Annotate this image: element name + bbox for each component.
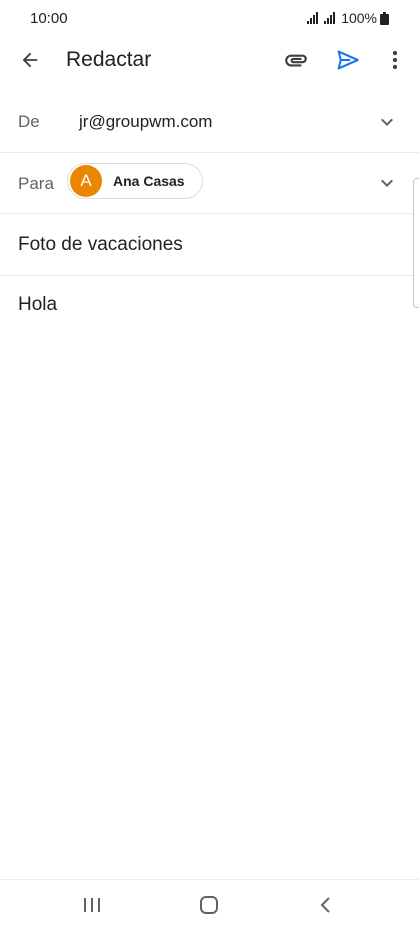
avatar: A bbox=[70, 165, 102, 197]
nav-back-button[interactable] bbox=[308, 890, 344, 920]
signal-icon bbox=[324, 12, 336, 24]
status-time: 10:00 bbox=[30, 10, 68, 27]
signal-icon bbox=[307, 12, 319, 24]
to-label: Para bbox=[18, 174, 54, 193]
recipient-name: Ana Casas bbox=[113, 173, 185, 189]
battery-percent: 100% bbox=[341, 10, 377, 26]
subject-text[interactable]: Foto de vacaciones bbox=[18, 234, 183, 256]
to-field-row[interactable]: Para A Ana Casas bbox=[0, 152, 419, 214]
from-label: De bbox=[18, 112, 40, 131]
more-vert-icon bbox=[392, 50, 398, 70]
recent-apps-button[interactable] bbox=[74, 890, 110, 920]
compose-screen: 10:00 100% Redactar De jr@groupwm.com Pa… bbox=[0, 0, 419, 931]
home-icon bbox=[200, 896, 218, 914]
back-icon bbox=[320, 897, 330, 913]
battery-icon bbox=[380, 11, 389, 25]
back-button[interactable] bbox=[12, 42, 48, 78]
recipient-chip[interactable]: A Ana Casas bbox=[67, 163, 203, 199]
more-options-button[interactable] bbox=[377, 42, 413, 78]
from-field-row[interactable]: De jr@groupwm.com bbox=[0, 92, 419, 153]
recent-apps-icon bbox=[84, 898, 100, 912]
attach-button[interactable] bbox=[278, 42, 314, 78]
chevron-down-icon bbox=[381, 179, 393, 187]
send-icon bbox=[337, 50, 359, 70]
from-expand-button[interactable] bbox=[373, 108, 401, 136]
navigation-bar bbox=[0, 879, 419, 931]
app-bar: Redactar bbox=[0, 36, 419, 84]
send-button[interactable] bbox=[330, 42, 366, 78]
arrow-back-icon bbox=[22, 52, 38, 68]
to-expand-button[interactable] bbox=[373, 169, 401, 197]
home-button[interactable] bbox=[191, 890, 227, 920]
chevron-down-icon bbox=[381, 118, 393, 126]
page-title: Redactar bbox=[66, 48, 152, 71]
email-body[interactable]: Hola bbox=[18, 294, 57, 316]
subject-field[interactable]: Foto de vacaciones bbox=[0, 214, 419, 276]
from-address[interactable]: jr@groupwm.com bbox=[79, 112, 212, 132]
status-bar: 10:00 100% bbox=[0, 0, 419, 36]
paperclip-icon bbox=[285, 54, 307, 67]
scroll-handle[interactable] bbox=[413, 178, 419, 308]
status-indicators: 100% bbox=[307, 10, 389, 26]
